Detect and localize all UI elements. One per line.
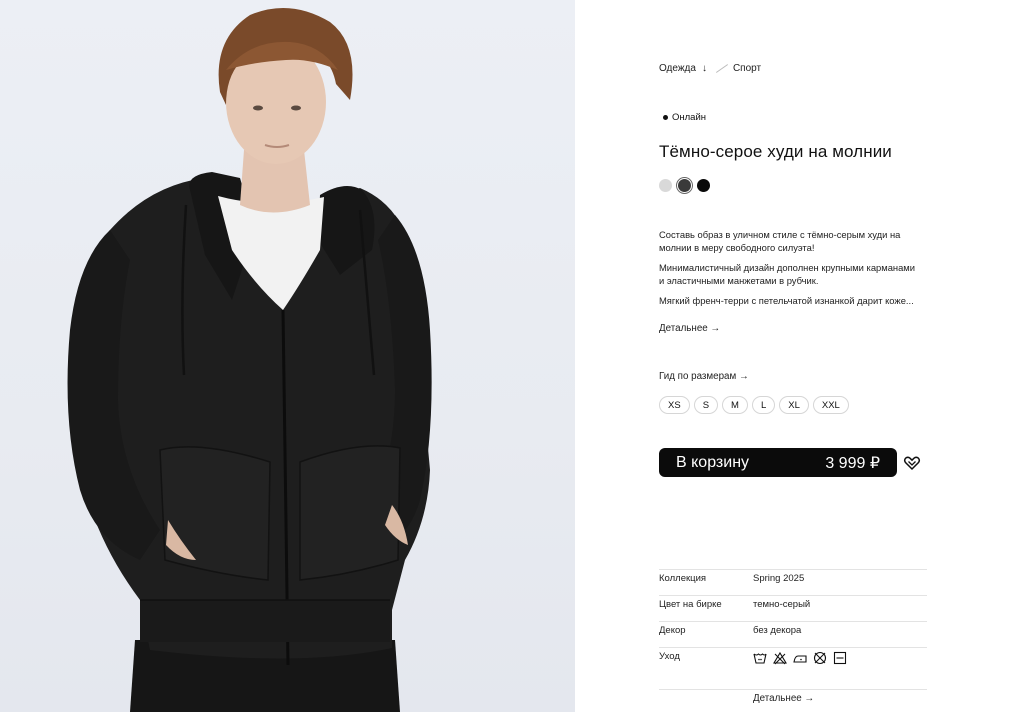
dot-icon — [663, 115, 668, 120]
wash-30-icon — [753, 651, 767, 665]
spec-row: Декор без декора — [659, 621, 927, 647]
product-info-panel: Одежда ↓ Спорт Онлайн Тёмно-серое худи н… — [575, 0, 1024, 712]
size-selector: XS S M L XL XXL — [659, 396, 849, 414]
description-paragraph: Минималистичный дизайн дополнен крупными… — [659, 262, 915, 286]
breadcrumb-separator — [715, 64, 728, 73]
description-more-link[interactable]: Детальнее → — [659, 323, 720, 334]
spec-key: Цвет на бирке — [659, 599, 722, 610]
spec-key: Декор — [659, 625, 686, 636]
breadcrumb-sport[interactable]: Спорт — [733, 63, 761, 74]
price: 3 999 ₽ — [825, 454, 880, 472]
availability-label: Онлайн — [672, 112, 707, 123]
spec-value: темно-серый — [753, 599, 811, 610]
color-swatch-light-gray[interactable] — [659, 179, 672, 192]
arrow-down-icon: ↓ — [701, 63, 707, 74]
add-to-cart-button[interactable]: В корзину 3 999 ₽ — [659, 448, 897, 477]
size-option-m[interactable]: M — [722, 396, 748, 414]
size-option-xs[interactable]: XS — [659, 396, 690, 414]
breadcrumb-clothing[interactable]: Одежда — [659, 63, 696, 74]
availability-badge: Онлайн — [663, 112, 706, 123]
add-to-cart-label: В корзину — [676, 453, 750, 471]
dry-flat-icon — [833, 651, 847, 665]
specs-more-link[interactable]: Детальнее → — [753, 693, 814, 704]
size-guide-link[interactable]: Гид по размерам → — [659, 371, 749, 382]
no-bleach-icon — [773, 651, 787, 665]
spec-key: Уход — [659, 651, 680, 662]
wishlist-heart-icon[interactable] — [903, 454, 921, 472]
product-photo — [0, 0, 575, 712]
product-specs: Коллекция Spring 2025 Цвет на бирке темн… — [659, 569, 927, 704]
breadcrumb: Одежда ↓ Спорт — [659, 63, 761, 74]
spec-value: без декора — [753, 625, 802, 636]
spec-value: Spring 2025 — [753, 573, 805, 584]
iron-low-icon — [793, 651, 807, 665]
spec-key: Коллекция — [659, 573, 707, 584]
color-swatch-black[interactable] — [697, 179, 710, 192]
size-option-xxl[interactable]: XXL — [812, 396, 849, 414]
no-tumble-dry-icon — [813, 651, 827, 665]
size-option-l[interactable]: L — [751, 396, 776, 414]
color-swatches — [659, 179, 710, 192]
color-swatch-charcoal[interactable] — [678, 179, 691, 192]
spec-divider — [659, 689, 927, 690]
product-title: Тёмно-серое худи на молнии — [659, 142, 892, 161]
description-paragraph: Составь образ в уличном стиле с тёмно-се… — [659, 229, 901, 253]
spec-row: Цвет на бирке темно-серый — [659, 595, 927, 621]
size-option-s[interactable]: S — [693, 396, 719, 414]
spec-row: Коллекция Spring 2025 — [659, 569, 927, 595]
description-paragraph: Мягкий френч-терри с петельчатой изнанко… — [659, 295, 914, 306]
size-option-xl[interactable]: XL — [779, 396, 809, 414]
care-icons — [753, 651, 847, 665]
model-illustration — [67, 7, 432, 712]
